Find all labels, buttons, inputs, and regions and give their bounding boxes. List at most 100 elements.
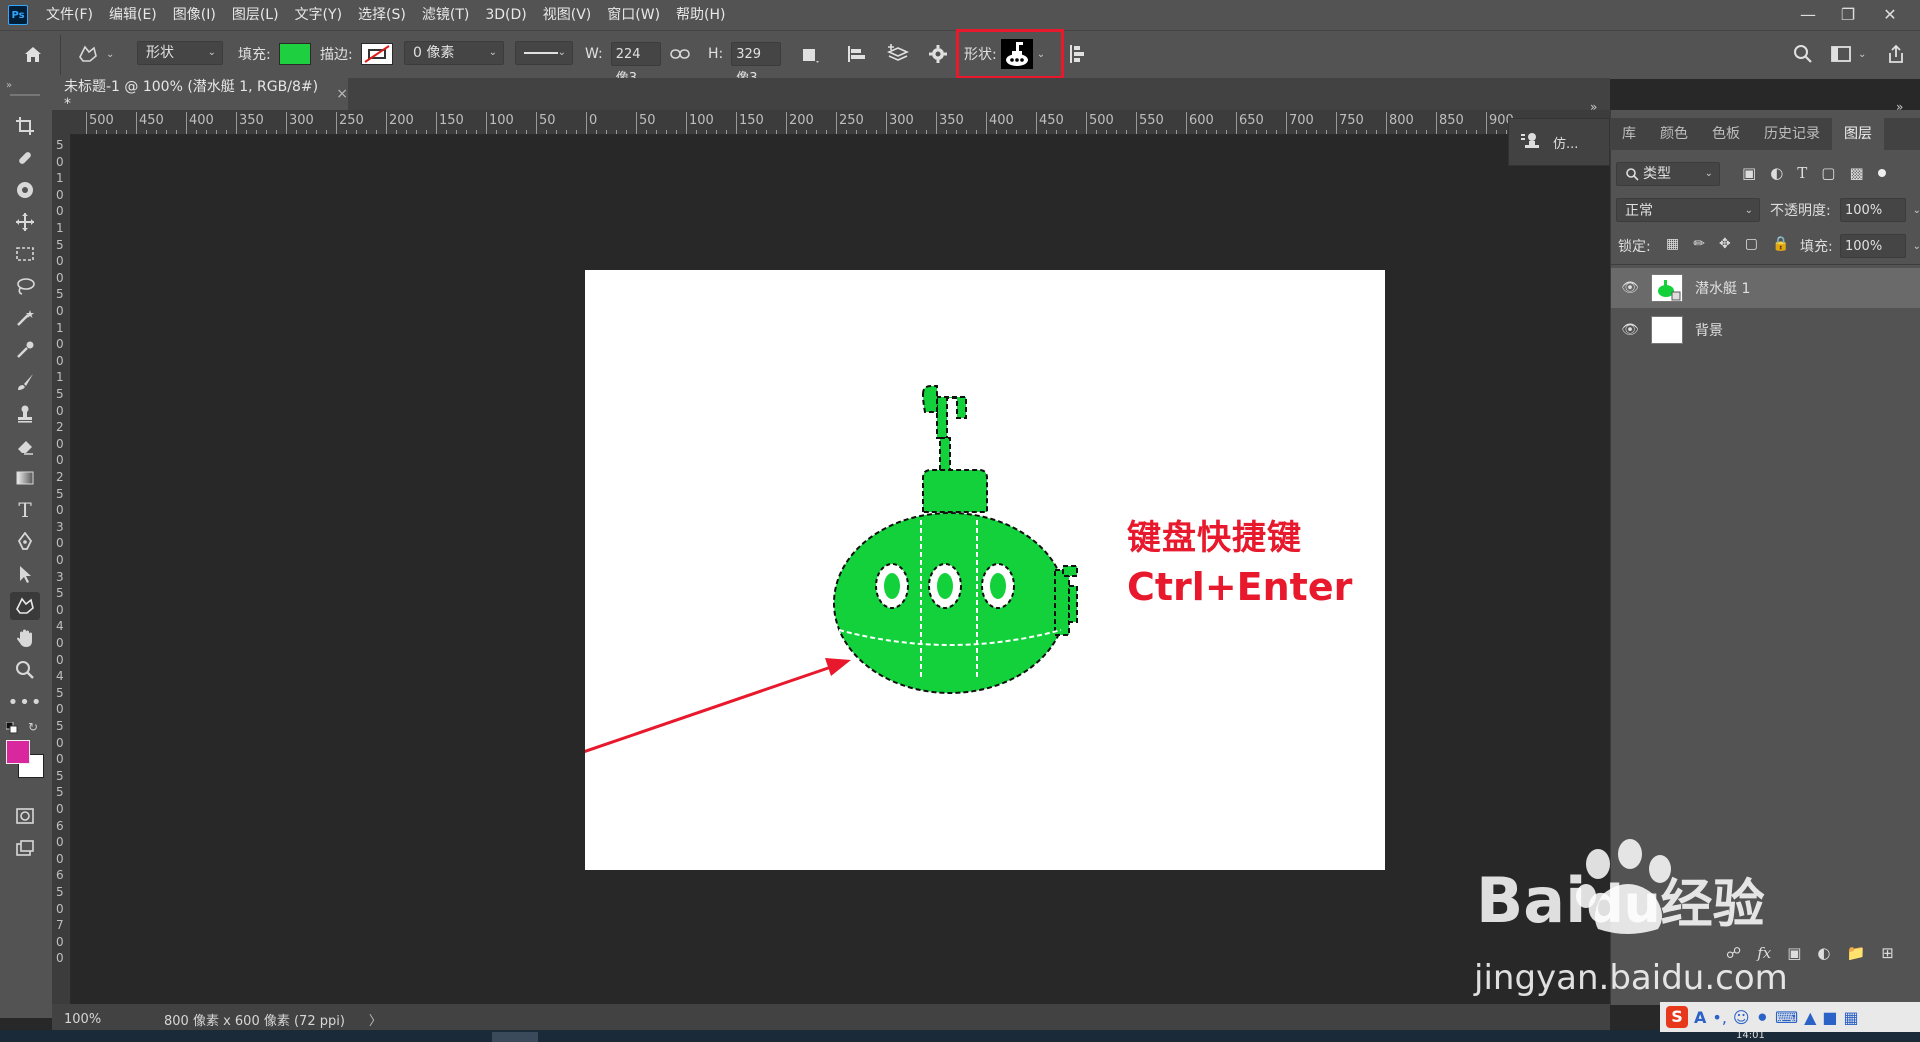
menu-window[interactable]: 窗口(W) bbox=[599, 0, 668, 30]
gradient-tool-icon[interactable] bbox=[10, 464, 40, 492]
menu-layer[interactable]: 图层(L) bbox=[224, 0, 287, 30]
menu-file[interactable]: 文件(F) bbox=[38, 0, 101, 30]
marquee-tool-icon[interactable] bbox=[10, 240, 40, 268]
layer-row[interactable]: 👁 潜水艇 1 bbox=[1611, 268, 1920, 308]
tool-mode-select[interactable]: 形状 ⌄ bbox=[137, 41, 223, 65]
zoom-level[interactable]: 100% bbox=[64, 1012, 124, 1027]
crop-tool-icon[interactable] bbox=[10, 112, 40, 140]
grid-icon[interactable]: ▦ bbox=[1844, 1008, 1859, 1027]
restore-icon[interactable]: ❐ bbox=[1828, 0, 1868, 28]
search-icon[interactable] bbox=[1792, 41, 1814, 67]
custom-shape-tool-icon[interactable] bbox=[10, 592, 40, 620]
collapse-panels-icon[interactable]: » bbox=[1590, 100, 1597, 114]
clone-source-panel-button[interactable]: 仿... bbox=[1508, 118, 1610, 166]
minimize-icon[interactable]: — bbox=[1788, 0, 1828, 28]
more-tools-icon[interactable]: ••• bbox=[8, 688, 42, 716]
punctuation-icon[interactable]: •, bbox=[1712, 1008, 1727, 1027]
height-input[interactable]: 329 像3 bbox=[731, 42, 782, 86]
new-layer-icon[interactable]: ⊞ bbox=[1881, 944, 1894, 962]
tab-history[interactable]: 历史记录 bbox=[1752, 118, 1832, 150]
tab-color[interactable]: 颜色 bbox=[1648, 118, 1700, 150]
move-tool-icon[interactable] bbox=[10, 208, 40, 236]
menu-type[interactable]: 文字(Y) bbox=[287, 0, 350, 30]
layer-row[interactable]: 👁 背景 bbox=[1611, 310, 1920, 350]
close-tab-icon[interactable]: × bbox=[336, 86, 348, 102]
emoji-icon[interactable]: ☺ bbox=[1733, 1008, 1750, 1027]
healing-brush-tool-icon[interactable] bbox=[10, 144, 40, 172]
screen-mode-icon[interactable] bbox=[10, 834, 40, 862]
tab-layers[interactable]: 图层 bbox=[1832, 118, 1884, 150]
path-operations-icon[interactable] bbox=[800, 41, 820, 67]
lock-position-icon[interactable]: ✥ bbox=[1719, 236, 1731, 252]
menu-image[interactable]: 图像(I) bbox=[165, 0, 224, 30]
visibility-eye-icon[interactable]: 👁 bbox=[1621, 322, 1639, 338]
default-colors-icon[interactable] bbox=[5, 721, 18, 734]
menu-3d[interactable]: 3D(D) bbox=[477, 0, 534, 30]
brush-tool-icon[interactable] bbox=[10, 368, 40, 396]
horizontal-ruler[interactable]: 500 450 400 350 300 250 200 150 100 50 0 50 100 150 20… bbox=[70, 110, 1610, 135]
visibility-eye-icon[interactable]: 👁 bbox=[1621, 280, 1639, 296]
adjustment-layer-icon[interactable]: ◐ bbox=[1817, 944, 1830, 962]
menu-select[interactable]: 选择(S) bbox=[350, 0, 414, 30]
shirt-icon[interactable]: ■ bbox=[1822, 1008, 1837, 1027]
path-selection-tool-icon[interactable] bbox=[10, 560, 40, 588]
link-icon[interactable] bbox=[670, 41, 690, 67]
collapse-toolbar-icon[interactable]: » bbox=[6, 80, 12, 91]
tab-swatches[interactable]: 色板 bbox=[1700, 118, 1752, 150]
menu-edit[interactable]: 编辑(E) bbox=[101, 0, 165, 30]
eyedropper-tool-icon[interactable] bbox=[10, 336, 40, 364]
magic-wand-tool-icon[interactable] bbox=[10, 304, 40, 332]
mic-icon[interactable]: ⚫ bbox=[1756, 1008, 1769, 1027]
quick-mask-icon[interactable] bbox=[10, 802, 40, 830]
swap-colors-icon[interactable]: ↻ bbox=[28, 720, 38, 734]
type-layer-filter-icon[interactable]: T bbox=[1797, 164, 1807, 182]
zoom-tool-icon[interactable] bbox=[10, 656, 40, 684]
ruler-origin[interactable] bbox=[52, 110, 70, 134]
shape-layer-filter-icon[interactable]: ▢ bbox=[1821, 164, 1835, 182]
skin-icon[interactable]: ▲ bbox=[1804, 1008, 1816, 1027]
tab-libraries[interactable]: 库 bbox=[1610, 118, 1648, 150]
sogou-icon[interactable]: S bbox=[1666, 1006, 1688, 1028]
vertical-ruler[interactable]: 5010015005010015020025030035040045050055… bbox=[52, 134, 71, 1004]
smart-object-filter-icon[interactable]: ▩ bbox=[1849, 164, 1863, 182]
lock-all-icon[interactable]: 🔒 bbox=[1772, 236, 1789, 252]
chevron-down-icon[interactable]: ⌄ bbox=[1913, 199, 1920, 223]
menu-filter[interactable]: 滤镜(T) bbox=[414, 0, 477, 30]
chevron-down-icon[interactable]: ⌄ bbox=[1037, 49, 1045, 60]
path-alignment-icon[interactable] bbox=[846, 41, 868, 67]
close-icon[interactable]: ✕ bbox=[1870, 0, 1910, 28]
align-edges-icon[interactable] bbox=[1068, 41, 1088, 67]
width-input[interactable]: 224 像3 bbox=[610, 42, 661, 86]
filter-toggle-icon[interactable] bbox=[1877, 169, 1886, 177]
pixel-layer-filter-icon[interactable]: ▣ bbox=[1742, 164, 1756, 182]
fill-opacity-input[interactable]: 100% ⌄ bbox=[1840, 234, 1920, 258]
workspace-icon[interactable]: ⌄ bbox=[1830, 41, 1866, 67]
new-group-icon[interactable]: 📁 bbox=[1847, 944, 1866, 962]
opacity-input[interactable]: 100% ⌄ bbox=[1840, 198, 1920, 222]
settings-gear-icon[interactable] bbox=[928, 41, 948, 67]
keyboard-icon[interactable]: ⌨ bbox=[1775, 1008, 1798, 1027]
collapse-right-panel-icon[interactable]: » bbox=[1896, 100, 1903, 114]
toolbar-grip[interactable] bbox=[10, 94, 40, 96]
document-tab[interactable]: 未标题-1 @ 100% (潜水艇 1, RGB/8#) * × bbox=[52, 78, 348, 112]
layer-filter-select[interactable]: 类型 ⌄ bbox=[1616, 162, 1720, 186]
document-canvas[interactable]: 键盘快捷键 Ctrl+Enter bbox=[585, 270, 1385, 870]
foreground-color-swatch[interactable] bbox=[6, 740, 30, 764]
path-arrangement-icon[interactable] bbox=[884, 41, 910, 67]
type-tool-icon[interactable]: T bbox=[10, 496, 40, 524]
custom-shape-tool-preset-icon[interactable]: ⌄ bbox=[76, 41, 114, 67]
adjustment-layer-filter-icon[interactable]: ◐ bbox=[1770, 164, 1783, 182]
pen-tool-icon[interactable] bbox=[10, 528, 40, 556]
shape-preset-picker[interactable] bbox=[1000, 39, 1033, 69]
fill-color-swatch[interactable] bbox=[278, 43, 311, 65]
lock-artboard-icon[interactable]: ▢ bbox=[1745, 236, 1758, 252]
status-menu-arrow-icon[interactable]: 〉 bbox=[369, 1010, 382, 1029]
lasso-tool-icon[interactable] bbox=[10, 272, 40, 300]
stroke-width-input[interactable]: 0 像素 ⌄ bbox=[404, 41, 504, 65]
taskbar-app[interactable] bbox=[492, 1032, 538, 1042]
pattern-stamp-tool-icon[interactable] bbox=[10, 176, 40, 204]
input-mode-icon[interactable]: A bbox=[1694, 1008, 1706, 1027]
home-icon[interactable] bbox=[22, 41, 44, 67]
lock-transparent-pixels-icon[interactable]: ▦ bbox=[1666, 236, 1679, 252]
hand-tool-icon[interactable] bbox=[10, 624, 40, 652]
